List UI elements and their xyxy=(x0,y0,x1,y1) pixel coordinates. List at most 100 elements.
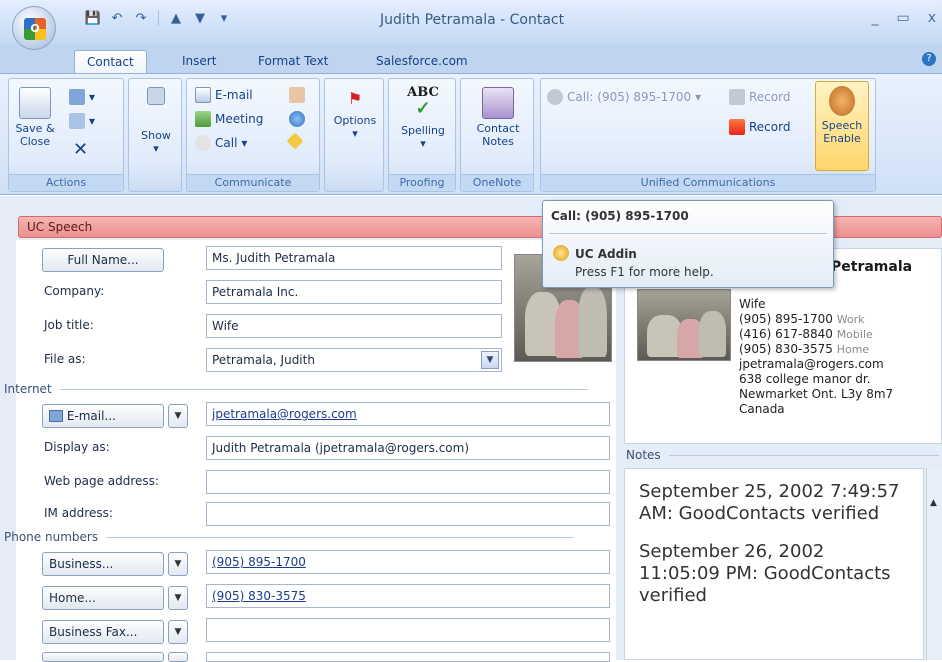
notes-section: Notes xyxy=(626,448,939,462)
contact-notes-button[interactable]: Contact Notes xyxy=(465,87,531,148)
business-fax-button[interactable]: Business Fax... xyxy=(42,620,164,644)
full-name-field[interactable]: Ms. Judith Petramala xyxy=(206,246,502,270)
im-address-field[interactable] xyxy=(206,502,610,526)
assign-task-button[interactable] xyxy=(289,87,305,103)
notes-textarea[interactable]: September 25, 2002 7:49:57 AM: GoodConta… xyxy=(624,468,924,660)
uc-call-label: Call: (905) 895-1700 xyxy=(567,90,692,104)
group-communicate-label: Communicate xyxy=(187,174,319,191)
internet-section-label: Internet xyxy=(4,382,52,396)
meeting-label: Meeting xyxy=(215,112,264,126)
task-icon xyxy=(289,87,305,103)
card-title: Wife xyxy=(739,297,766,311)
file-as-select[interactable]: Petramala, Judith ▼ xyxy=(206,348,502,372)
notes-scrollbar[interactable]: ▲ xyxy=(926,468,942,660)
tooltip-divider xyxy=(549,233,827,234)
phone-section-label: Phone numbers xyxy=(4,530,99,544)
forward-button[interactable]: ▾ xyxy=(69,113,95,129)
web-page-label: Web page address: xyxy=(44,474,159,488)
call-label: Call xyxy=(215,136,238,150)
quick-access-toolbar: 💾 ↶ ↷ ▲ ▼ ▾ xyxy=(60,6,243,30)
globe-icon xyxy=(289,111,305,127)
card-name: Petramala xyxy=(831,259,913,275)
business-phone-dropdown[interactable]: ▼ xyxy=(168,552,188,576)
card-phone-home-line: (905) 830-3575 Home xyxy=(739,342,893,357)
mobile-phone-field[interactable] xyxy=(206,652,610,662)
redo-icon[interactable]: ↷ xyxy=(132,9,150,27)
office-button[interactable]: O xyxy=(12,6,56,50)
help-icon[interactable]: ? xyxy=(922,52,936,66)
delete-button[interactable]: ✕ xyxy=(73,139,88,160)
full-name-button[interactable]: Full Name... xyxy=(42,248,164,272)
job-title-field[interactable]: Wife xyxy=(206,314,502,338)
speech-enable-button[interactable]: Speech Enable xyxy=(815,81,869,171)
group-onenote-label: OneNote xyxy=(461,174,533,191)
email-button[interactable]: E-mail xyxy=(195,87,253,103)
business-fax-field[interactable] xyxy=(206,618,610,642)
home-phone-field[interactable]: (905) 830-3575 xyxy=(206,584,610,608)
customize-icon[interactable]: ▾ xyxy=(215,9,233,27)
card-email: jpetramala@rogers.com xyxy=(739,357,884,371)
save-icon[interactable]: 💾 xyxy=(84,9,102,27)
record-disabled-icon xyxy=(729,89,745,105)
record-label: Record xyxy=(749,120,791,134)
undo-icon[interactable]: ↶ xyxy=(108,9,126,27)
previous-icon[interactable]: ▲ xyxy=(167,9,185,27)
save-close-button[interactable]: Save & Close xyxy=(15,87,55,148)
show-button[interactable]: Show ▾ xyxy=(133,87,179,155)
record-disabled-button[interactable]: Record xyxy=(729,89,790,105)
email-icon xyxy=(195,87,211,103)
email-field[interactable]: jpetramala@rogers.com xyxy=(206,402,610,426)
card-address2: Newmarket Ont. L3y 8m7 xyxy=(739,387,894,401)
card-phone-work-line: (905) 895-1700 Work xyxy=(739,312,893,327)
internet-section: Internet xyxy=(4,382,588,396)
card-phone-mobile-tag: Mobile xyxy=(836,328,873,341)
close-button[interactable]: x xyxy=(928,10,936,26)
web-page-button[interactable] xyxy=(289,111,305,127)
tab-salesforce[interactable]: Salesforce.com xyxy=(364,50,480,74)
email-type-dropdown[interactable]: ▼ xyxy=(168,404,188,428)
record-button[interactable]: Record xyxy=(729,119,790,135)
group-unified-label: Unified Communications xyxy=(541,174,875,191)
business-phone-field[interactable]: (905) 895-1700 xyxy=(206,550,610,574)
mobile-phone-dropdown[interactable] xyxy=(168,652,188,662)
scroll-up-icon[interactable]: ▲ xyxy=(930,498,937,508)
tooltip-addin: UC Addin xyxy=(575,247,637,261)
home-phone-dropdown[interactable]: ▼ xyxy=(168,586,188,610)
group-actions: Save & Close ▾ ▾ ✕ Actions xyxy=(8,78,124,192)
email-field-button[interactable]: E-mail... xyxy=(42,404,164,428)
qat-separator xyxy=(158,10,159,26)
uc-phone-icon xyxy=(547,89,563,105)
group-onenote: Contact Notes OneNote xyxy=(460,78,534,192)
tab-format-text[interactable]: Format Text xyxy=(246,50,340,74)
tab-insert[interactable]: Insert xyxy=(170,50,228,74)
uc-call-button[interactable]: Call: (905) 895-1700 ▾ xyxy=(547,89,701,105)
group-actions-label: Actions xyxy=(9,174,123,191)
minimize-button[interactable]: _ xyxy=(871,10,878,26)
options-button[interactable]: ⚑ Options ▾ xyxy=(327,87,383,140)
tab-contact[interactable]: Contact xyxy=(74,50,147,74)
map-button[interactable] xyxy=(286,132,304,150)
email-label: E-mail xyxy=(215,88,253,102)
divider xyxy=(59,388,588,390)
mobile-phone-button[interactable] xyxy=(42,652,164,662)
spelling-button[interactable]: ABC ✓ Spelling ▾ xyxy=(391,85,455,150)
call-button[interactable]: Call ▾ xyxy=(195,135,247,151)
business-fax-dropdown[interactable]: ▼ xyxy=(168,620,188,644)
business-phone-button[interactable]: Business... xyxy=(42,552,164,576)
chevron-down-icon[interactable]: ▼ xyxy=(481,351,499,369)
home-phone-button[interactable]: Home... xyxy=(42,586,164,610)
display-as-field[interactable]: Judith Petramala (jpetramala@rogers.com) xyxy=(206,436,610,460)
group-options: ⚑ Options ▾ xyxy=(324,78,384,192)
tooltip-title: Call: (905) 895-1700 xyxy=(551,209,689,223)
display-as-label: Display as: xyxy=(44,440,110,454)
web-page-field[interactable] xyxy=(206,470,610,494)
next-icon[interactable]: ▼ xyxy=(191,9,209,27)
speech-enable-label: Speech Enable xyxy=(821,119,863,145)
company-field[interactable]: Petramala Inc. xyxy=(206,280,502,304)
save-new-icon xyxy=(69,89,85,105)
forward-icon xyxy=(69,113,85,129)
spelling-icon: ABC ✓ xyxy=(407,85,439,119)
meeting-button[interactable]: Meeting xyxy=(195,111,263,127)
save-new-button[interactable]: ▾ xyxy=(69,89,95,105)
maximize-button[interactable]: ▭ xyxy=(896,10,909,26)
